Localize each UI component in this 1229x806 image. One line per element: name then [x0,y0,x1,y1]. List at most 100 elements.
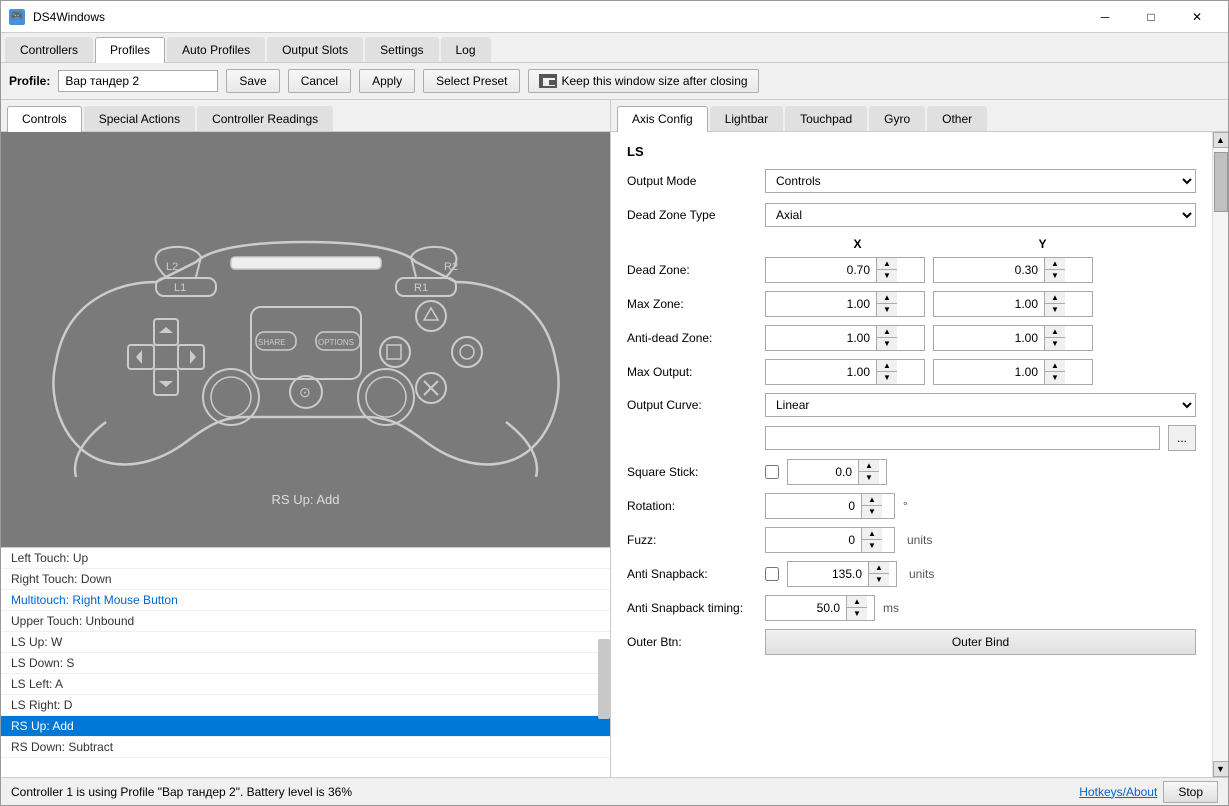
anti-snapback-input[interactable] [788,564,868,584]
anti-snapback-timing-up[interactable]: ▲ [847,596,867,608]
tab-axis-config[interactable]: Axis Config [617,106,708,132]
hotkeys-about-link[interactable]: Hotkeys/About [1079,785,1157,799]
stop-button[interactable]: Stop [1163,781,1218,803]
square-stick-input[interactable] [788,462,858,482]
max-zone-x-spinbox[interactable]: ▲ ▼ [765,291,925,317]
anti-snapback-timing-spinbox[interactable]: ▲ ▼ [765,595,875,621]
max-zone-x-up[interactable]: ▲ [877,292,897,304]
anti-snapback-down[interactable]: ▼ [869,574,889,586]
max-zone-x-input[interactable] [766,294,876,314]
anti-dead-zone-x-down[interactable]: ▼ [877,338,897,350]
rotation-up[interactable]: ▲ [862,494,882,506]
anti-dead-zone-y-spinbox[interactable]: ▲ ▼ [933,325,1093,351]
list-item[interactable]: Upper Touch: Unbound [1,611,610,632]
fuzz-down[interactable]: ▼ [862,540,882,552]
maximize-button[interactable]: □ [1128,1,1174,33]
max-output-x-spinbox[interactable]: ▲ ▼ [765,359,925,385]
dead-zone-y-input[interactable] [934,260,1044,280]
dead-zone-x-up[interactable]: ▲ [877,258,897,270]
profile-input[interactable] [58,70,218,92]
scroll-up-button[interactable]: ▲ [1213,132,1229,148]
rotation-down[interactable]: ▼ [862,506,882,518]
list-item[interactable]: Multitouch: Right Mouse Button [1,590,610,611]
list-item[interactable]: LS Down: S [1,653,610,674]
max-output-y-input[interactable] [934,362,1044,382]
tab-lightbar[interactable]: Lightbar [710,106,783,131]
bindings-scrollbar-thumb[interactable] [598,639,610,719]
minimize-button[interactable]: ─ [1082,1,1128,33]
tab-other[interactable]: Other [927,106,987,131]
list-item[interactable]: LS Up: W [1,632,610,653]
fuzz-input[interactable] [766,530,861,550]
anti-dead-zone-x-up[interactable]: ▲ [877,326,897,338]
max-zone-y-up[interactable]: ▲ [1045,292,1065,304]
tab-log[interactable]: Log [441,37,491,62]
output-mode-select[interactable]: Controls [765,169,1196,193]
tab-gyro[interactable]: Gyro [869,106,925,131]
list-item[interactable]: LS Left: A [1,674,610,695]
anti-dead-zone-x-input[interactable] [766,328,876,348]
rotation-spinbox[interactable]: ▲ ▼ [765,493,895,519]
max-zone-y-input[interactable] [934,294,1044,314]
dead-zone-y-spinbox[interactable]: ▲ ▼ [933,257,1093,283]
max-output-x-down[interactable]: ▼ [877,372,897,384]
scroll-down-button[interactable]: ▼ [1213,761,1229,777]
list-item[interactable]: LS Right: D [1,695,610,716]
max-zone-y-spinbox[interactable]: ▲ ▼ [933,291,1093,317]
dead-zone-x-spinbox[interactable]: ▲ ▼ [765,257,925,283]
max-output-y-up[interactable]: ▲ [1045,360,1065,372]
list-item-selected[interactable]: RS Up: Add [1,716,610,737]
select-preset-button[interactable]: Select Preset [423,69,520,93]
tab-auto-profiles[interactable]: Auto Profiles [167,37,265,62]
anti-dead-zone-y-input[interactable] [934,328,1044,348]
close-button[interactable]: ✕ [1174,1,1220,33]
max-output-y-down[interactable]: ▼ [1045,372,1065,384]
max-zone-y-down[interactable]: ▼ [1045,304,1065,316]
dead-zone-x-down[interactable]: ▼ [877,270,897,282]
tab-special-actions[interactable]: Special Actions [84,106,195,131]
list-item[interactable]: Right Touch: Down [1,569,610,590]
anti-snapback-checkbox[interactable] [765,567,779,581]
apply-button[interactable]: Apply [359,69,415,93]
tab-controls[interactable]: Controls [7,106,82,132]
fuzz-up[interactable]: ▲ [862,528,882,540]
output-curve-select[interactable]: Linear [765,393,1196,417]
list-item[interactable]: RS Down: Subtract [1,737,610,758]
bindings-list[interactable]: Left Touch: Up Right Touch: Down Multito… [1,547,610,777]
square-stick-up[interactable]: ▲ [859,460,879,472]
tab-settings[interactable]: Settings [365,37,438,62]
anti-snapback-timing-input[interactable] [766,598,846,618]
fuzz-spinbox[interactable]: ▲ ▼ [765,527,895,553]
tab-controllers[interactable]: Controllers [5,37,93,62]
rotation-input[interactable] [766,496,861,516]
anti-dead-zone-y-down[interactable]: ▼ [1045,338,1065,350]
anti-dead-zone-y-up[interactable]: ▲ [1045,326,1065,338]
list-item[interactable]: Left Touch: Up [1,548,610,569]
square-stick-down[interactable]: ▼ [859,472,879,484]
tab-output-slots[interactable]: Output Slots [267,37,363,62]
tab-controller-readings[interactable]: Controller Readings [197,106,333,131]
max-output-y-spinbox[interactable]: ▲ ▼ [933,359,1093,385]
right-scrollbar[interactable]: ▲ ▼ [1212,132,1228,777]
dead-zone-type-select[interactable]: Axial [765,203,1196,227]
keep-size-button[interactable]: Keep this window size after closing [528,69,758,93]
anti-snapback-spinbox[interactable]: ▲ ▼ [787,561,897,587]
max-output-x-input[interactable] [766,362,876,382]
square-stick-checkbox[interactable] [765,465,779,479]
cancel-button[interactable]: Cancel [288,69,351,93]
max-zone-x-down[interactable]: ▼ [877,304,897,316]
curve-edit-button[interactable]: ... [1168,425,1196,451]
dead-zone-y-down[interactable]: ▼ [1045,270,1065,282]
max-output-x-up[interactable]: ▲ [877,360,897,372]
anti-dead-zone-x-spinbox[interactable]: ▲ ▼ [765,325,925,351]
dead-zone-y-up[interactable]: ▲ [1045,258,1065,270]
anti-snapback-timing-down[interactable]: ▼ [847,608,867,620]
anti-snapback-up[interactable]: ▲ [869,562,889,574]
dead-zone-x-input[interactable] [766,260,876,280]
tab-profiles[interactable]: Profiles [95,37,165,63]
outer-bind-button[interactable]: Outer Bind [765,629,1196,655]
square-stick-spinbox[interactable]: ▲ ▼ [787,459,887,485]
scroll-thumb[interactable] [1214,152,1228,212]
tab-touchpad[interactable]: Touchpad [785,106,867,131]
save-button[interactable]: Save [226,69,279,93]
